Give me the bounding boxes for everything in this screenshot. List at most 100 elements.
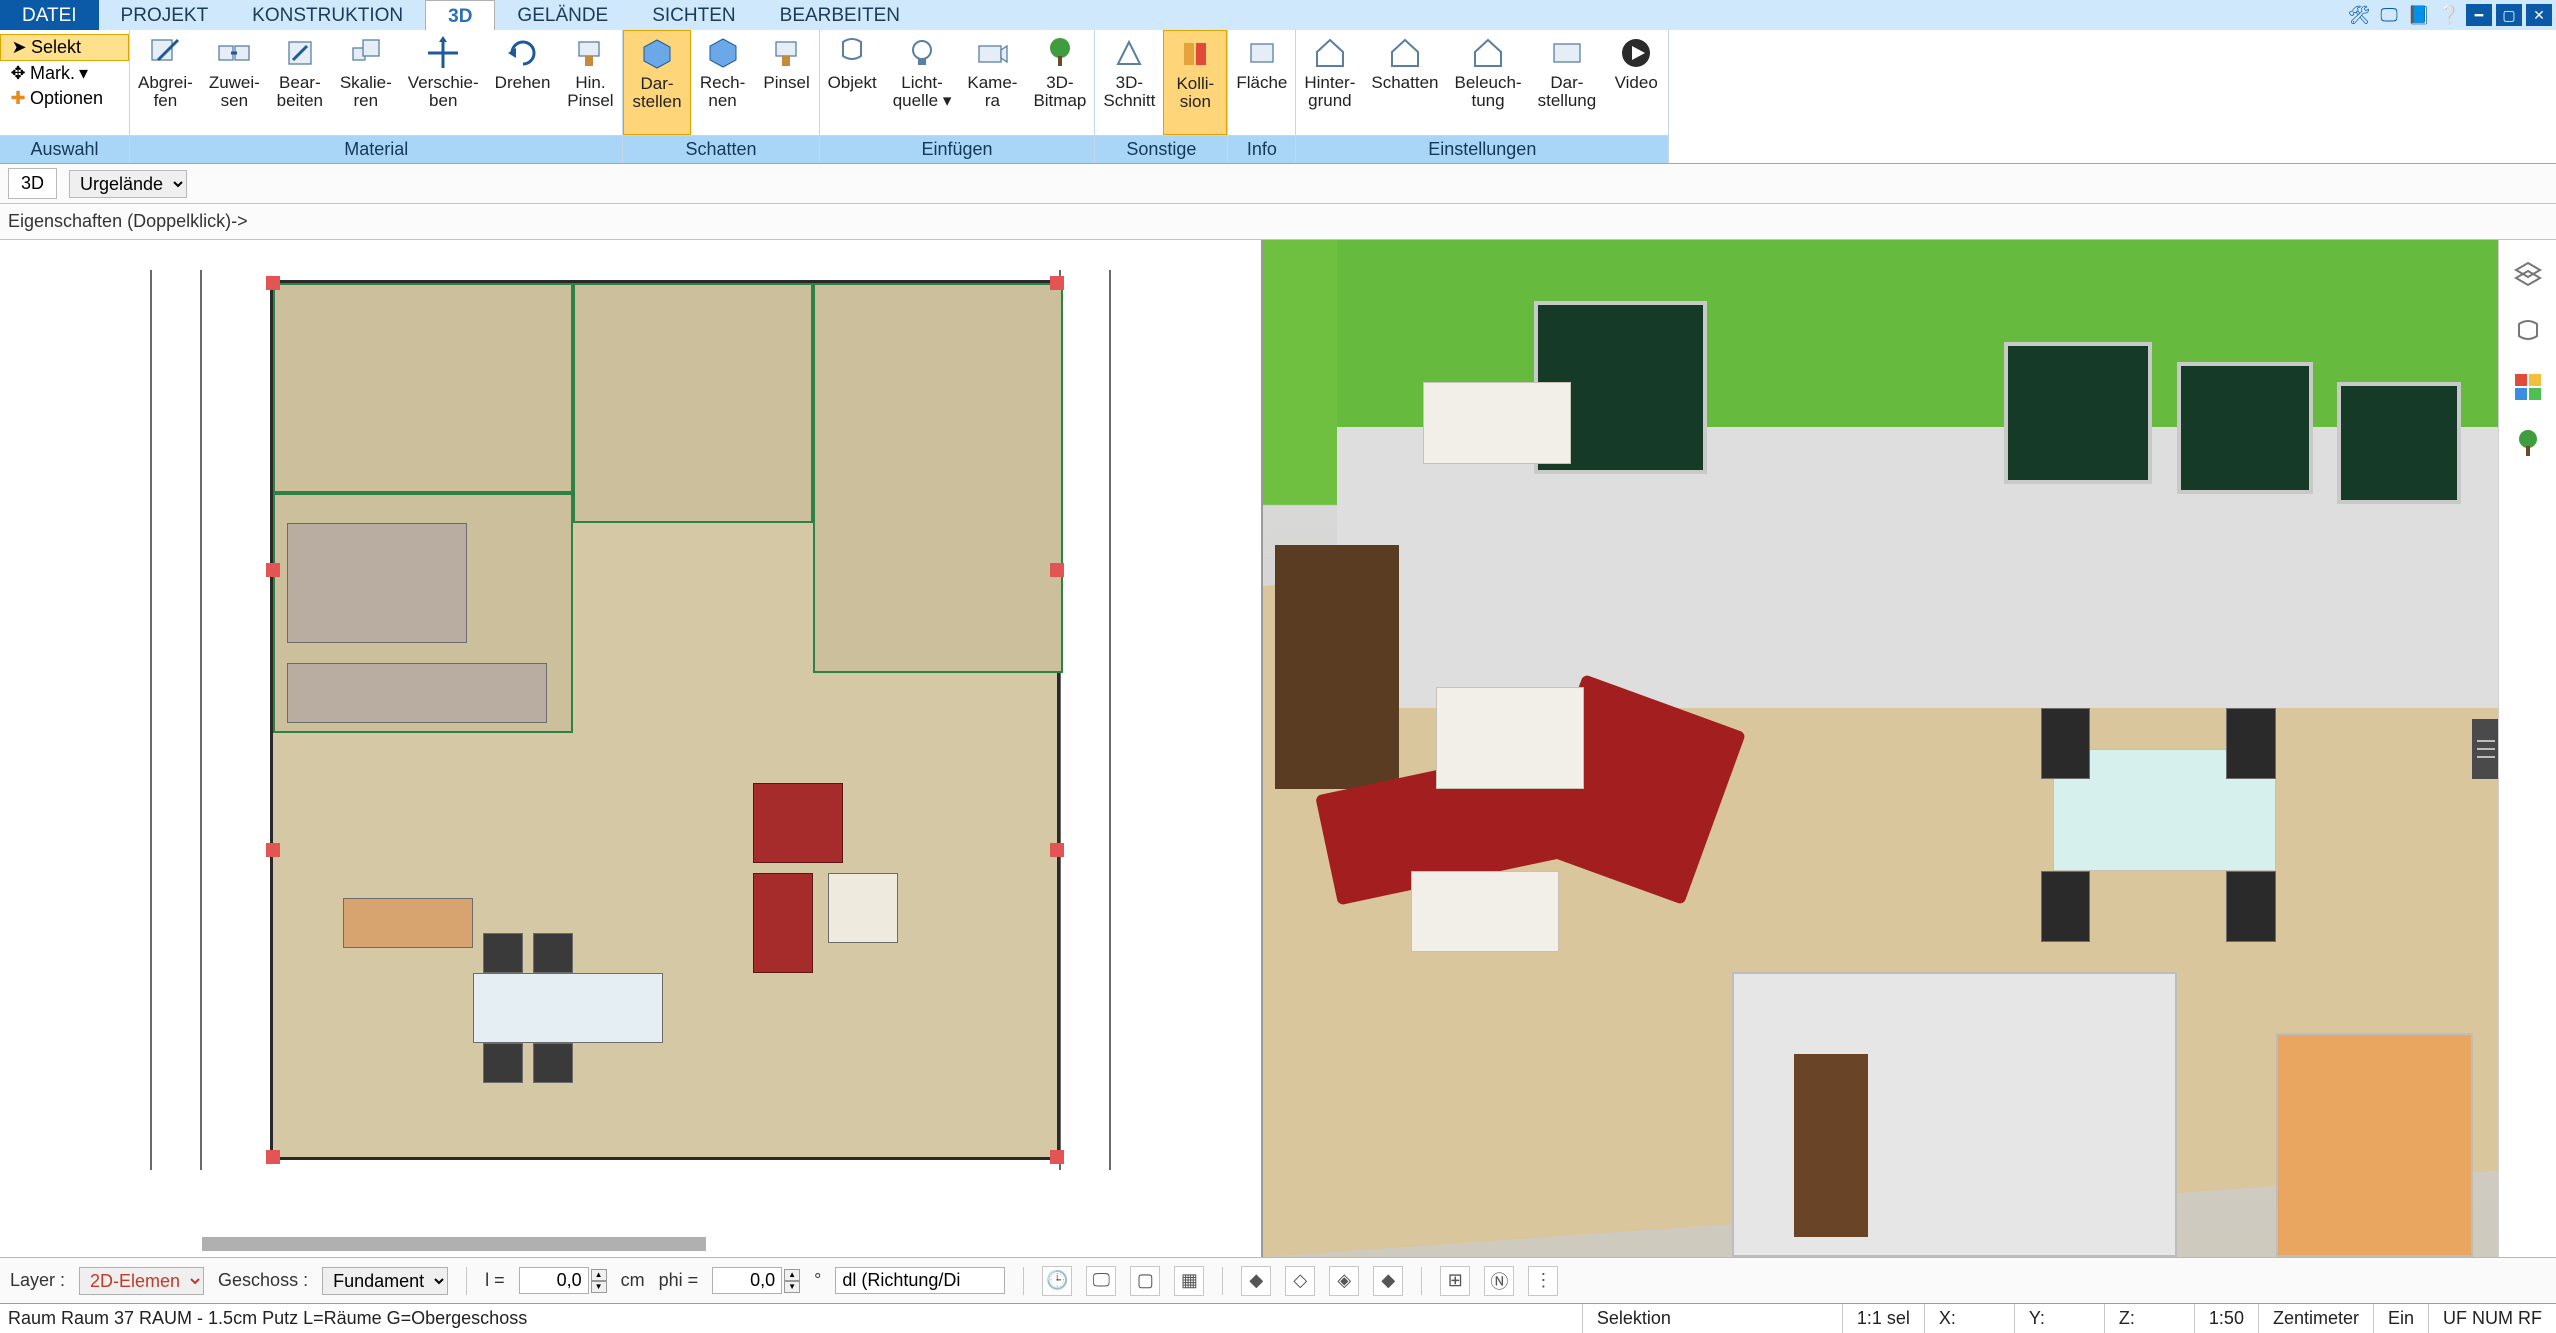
einst-schatten-button[interactable]: Schatten [1363,30,1446,135]
einst-beleuchtung-button[interactable]: Beleuch- tung [1447,30,1530,135]
tool-icon[interactable]: 🛠 [2346,2,2372,28]
einst-video-button[interactable]: Video [1604,30,1668,135]
tree-icon [1043,36,1077,70]
group-label-einfuegen: Einfügen [820,135,1095,163]
menu-tab-gelaende[interactable]: GELÄNDE [495,0,630,30]
h-scrollbar[interactable] [202,1237,706,1251]
phi-input[interactable] [712,1267,782,1294]
assign-icon [217,36,251,70]
length-down[interactable]: ▼ [591,1281,607,1293]
menu-tab-konstruktion[interactable]: KONSTRUKTION [230,0,425,30]
material-drehen-button[interactable]: Drehen [487,30,559,135]
layer-select[interactable]: 2D-Elemen [79,1267,204,1295]
furniture-icon[interactable] [2511,314,2545,348]
mark-tool-button[interactable]: ✥ Mark.▾ [0,61,129,86]
options-button[interactable]: ✚ Optionen [0,86,129,111]
cube-shadow-icon [640,37,674,71]
book-icon[interactable]: 📘 [2406,2,2432,28]
einfuegen-lichtquelle-button[interactable]: Licht- quelle ▾ [885,30,960,135]
tree2-icon[interactable] [2511,426,2545,460]
phi-down[interactable]: ▼ [784,1281,800,1293]
clock-icon[interactable]: 🕒 [1042,1266,1072,1296]
house-shadow-icon [1388,36,1422,70]
phi-up[interactable]: ▲ [784,1269,800,1281]
schatten-rechnen-button[interactable]: Rech- nen [691,30,755,135]
help-icon[interactable]: ❔ [2436,2,2462,28]
area-icon [1245,36,1279,70]
material-hinpinsel-button[interactable]: Hin. Pinsel [558,30,622,135]
edit-icon [283,36,317,70]
layer-label: Layer : [10,1270,65,1291]
status-ein: Ein [2374,1304,2429,1333]
menu-tab-3d[interactable]: 3D [425,0,495,30]
layers-icon[interactable] [2511,258,2545,292]
geschoss-select[interactable]: Fundament [322,1267,448,1295]
diamond3-icon[interactable]: ◈ [1329,1266,1359,1296]
monitor-icon[interactable]: 🖵 [1086,1266,1116,1296]
more-icon[interactable]: ⋮ [1528,1266,1558,1296]
cube-calc-icon [706,36,740,70]
minimize-button[interactable]: ━ [2466,4,2492,26]
diamond1-icon[interactable]: ◆ [1241,1266,1271,1296]
material-bearbeiten-button[interactable]: Bear- beiten [268,30,332,135]
side-tool-strip [2498,240,2556,1257]
menu-tab-datei[interactable]: DATEI [0,0,99,30]
sonstige-kollision-button[interactable]: Kolli- sion [1163,30,1227,135]
status-scale: 1:50 [2195,1304,2259,1333]
select-tool-button[interactable]: ➤ Selekt [0,34,129,61]
status-y: Y: [2015,1304,2105,1333]
einst-hintergrund-button[interactable]: Hinter- grund [1296,30,1363,135]
length-up[interactable]: ▲ [591,1269,607,1281]
properties-hint-bar[interactable]: Eigenschaften (Doppelklick)-> [0,204,2556,240]
view-mode-chip[interactable]: 3D [8,168,57,199]
menu-tab-sichten[interactable]: SICHTEN [630,0,757,30]
brush-back-icon [573,36,607,70]
length-input[interactable] [519,1267,589,1294]
split-handle[interactable] [2472,719,2498,779]
viewport-3d[interactable] [1263,240,2498,1257]
schatten-pinsel-button[interactable]: Pinsel [755,30,819,135]
group-label-info: Info [1228,135,1295,163]
diamond2-icon[interactable]: ◇ [1285,1266,1315,1296]
viewport-2d[interactable] [0,240,1263,1257]
length-label: l = [485,1270,505,1291]
camera-icon [975,36,1009,70]
rotate-icon [506,36,540,70]
mark-icon: ✥ [10,63,26,84]
menu-tab-bearbeiten[interactable]: BEARBEITEN [758,0,922,30]
cursor-icon: ➤ [11,37,27,58]
diamond4-icon[interactable]: ◆ [1373,1266,1403,1296]
brush-icon [770,36,804,70]
status-modes: UF NUM RF [2429,1304,2556,1333]
status-z: Z: [2105,1304,2195,1333]
grid-icon[interactable]: ⊞ [1440,1266,1470,1296]
material-skalieren-button[interactable]: Skalie- ren [332,30,400,135]
dl-input[interactable] [835,1267,1005,1294]
floor-plan[interactable] [270,280,1060,1160]
house-light-icon [1471,36,1505,70]
info-flaeche-button[interactable]: Fläche [1228,30,1295,135]
close-button[interactable]: ✕ [2526,4,2552,26]
screen-icon[interactable]: 🖵 [2376,2,2402,28]
maximize-button[interactable]: ▢ [2496,4,2522,26]
square-icon[interactable]: ▢ [1130,1266,1160,1296]
sub-toolbar: 3D Urgelände [0,164,2556,204]
menu-tab-projekt[interactable]: PROJEKT [99,0,231,30]
einfuegen-kamera-button[interactable]: Kame- ra [959,30,1025,135]
sonstige-3dschnitt-button[interactable]: 3D- Schnitt [1095,30,1163,135]
group-label-schatten: Schatten [623,135,818,163]
stack-icon[interactable]: ▦ [1174,1266,1204,1296]
einfuegen-3dbitmap-button[interactable]: 3D- Bitmap [1025,30,1094,135]
einst-darstellung-button[interactable]: Dar- stellung [1530,30,1605,135]
properties-hint-label: Eigenschaften (Doppelklick)-> [8,211,248,232]
status-x: X: [1925,1304,2015,1333]
bottom-toolbar: Layer : 2D-Elemen Geschoss : Fundament l… [0,1257,2556,1303]
color-swatch-icon[interactable] [2511,370,2545,404]
north-icon[interactable]: Ⓝ [1484,1266,1514,1296]
einfuegen-objekt-button[interactable]: Objekt [820,30,885,135]
terrain-select[interactable]: Urgelände [69,170,187,198]
material-zuweisen-button[interactable]: Zuwei- sen [201,30,268,135]
material-verschieben-button[interactable]: Verschie- ben [400,30,487,135]
material-abgreifen-button[interactable]: Abgrei- fen [130,30,201,135]
schatten-darstellen-button[interactable]: Dar- stellen [623,30,690,135]
